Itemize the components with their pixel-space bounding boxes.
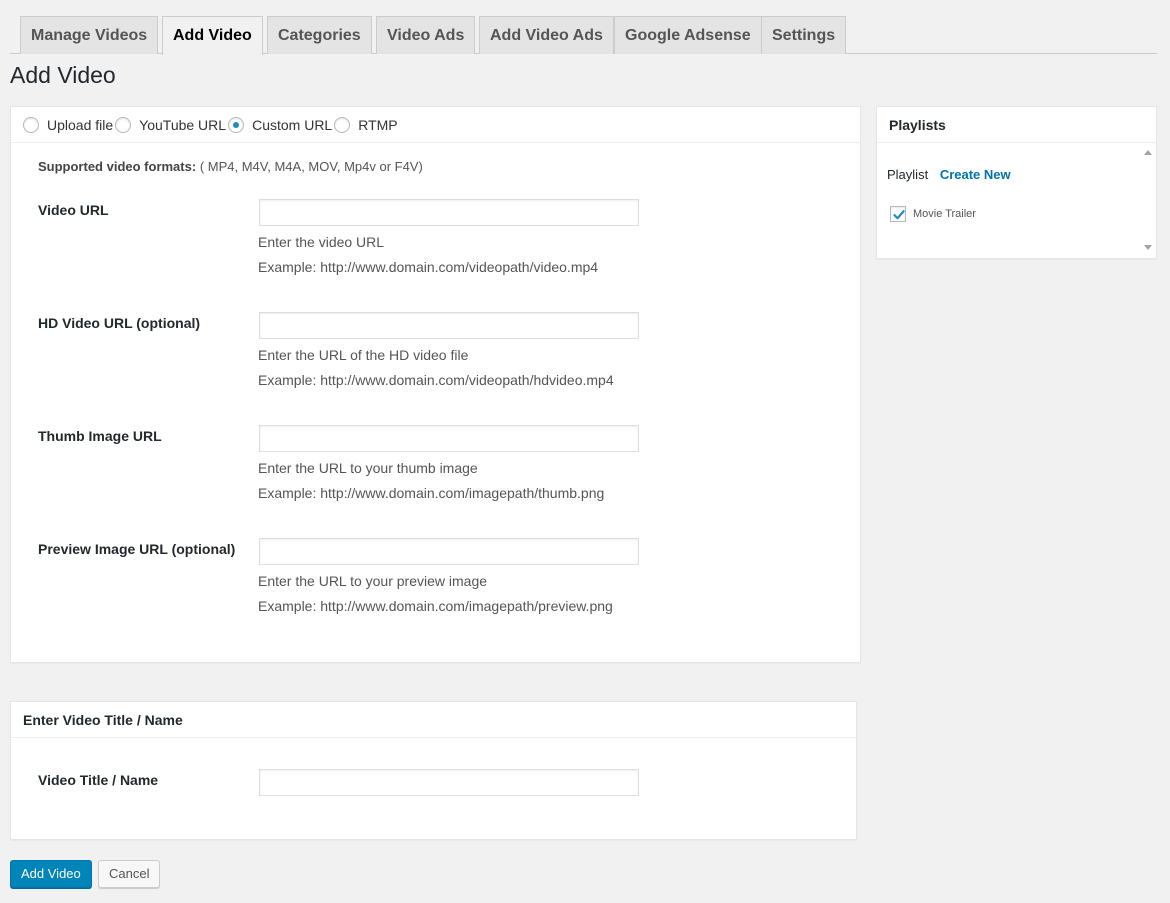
tab-manage-videos[interactable]: Manage Videos [20,16,159,54]
video-url-label: Video URL [38,202,109,218]
playlists-panel: Playlists Playlist Create New Movie Trai… [876,106,1157,259]
video-title-label: Video Title / Name [38,772,159,788]
checkmark-icon [893,210,905,220]
video-url-help: Enter the video URL [258,234,385,250]
tab-add-video-ads[interactable]: Add Video Ads [479,16,614,54]
hd-video-url-example: Example: http://www.domain.com/videopath… [258,372,614,388]
cancel-button[interactable]: Cancel [98,860,161,888]
video-url-input[interactable] [259,199,639,226]
source-radio-group: Upload file YouTube URL Custom URL RTMP [11,107,860,143]
thumb-image-url-label: Thumb Image URL [38,428,162,444]
playlists-heading: Playlists [877,107,1156,143]
preview-image-url-input[interactable] [259,538,639,565]
create-new-playlist-link[interactable]: Create New [940,167,1011,182]
video-title-panel-heading: Enter Video Title / Name [11,702,856,738]
preview-image-url-label: Preview Image URL (optional) [38,541,236,557]
scroll-up-icon[interactable] [1144,150,1152,155]
preview-image-url-example: Example: http://www.domain.com/imagepath… [258,598,613,614]
playlist-item-label[interactable]: Movie Trailer [913,208,976,220]
add-video-button[interactable]: Add Video [10,860,92,888]
tab-settings[interactable]: Settings [761,16,847,54]
youtube-url-radio[interactable] [115,116,132,133]
tab-categories[interactable]: Categories [267,16,372,54]
video-source-panel: Upload file YouTube URL Custom URL RTMP … [10,106,861,663]
preview-image-url-help: Enter the URL to your preview image [258,573,488,589]
supported-formats-value: ( MP4, M4V, M4A, MOV, Mp4v or F4V) [199,159,423,174]
custom-url-radio[interactable] [228,116,245,133]
video-title-input[interactable] [259,769,639,796]
tab-add-video[interactable]: Add Video [162,16,263,55]
tab-google-adsense[interactable]: Google Adsense [614,16,762,54]
hd-video-url-help: Enter the URL of the HD video file [258,347,469,363]
rtmp-radio[interactable] [334,116,351,133]
youtube-url-label[interactable]: YouTube URL [139,117,226,133]
page-title: Add Video [10,62,116,88]
video-title-panel: Enter Video Title / Name Video Title / N… [10,701,857,840]
playlist-scrollbar[interactable] [1140,143,1156,257]
hd-video-url-input[interactable] [259,312,639,339]
thumb-image-url-help: Enter the URL to your thumb image [258,460,478,476]
upload-file-label[interactable]: Upload file [47,117,113,133]
supported-formats: Supported video formats: ( MP4, M4V, M4A… [38,159,423,174]
nav-tabs: Manage Videos Add Video Categories Video… [10,16,1157,55]
thumb-image-url-example: Example: http://www.domain.com/imagepath… [258,485,605,501]
custom-url-label[interactable]: Custom URL [252,117,332,133]
hd-video-url-label: HD Video URL (optional) [38,315,201,331]
tab-video-ads[interactable]: Video Ads [376,16,476,54]
rtmp-label[interactable]: RTMP [358,117,397,133]
playlist-row: Playlist Create New [887,167,1011,182]
playlist-checkbox[interactable] [890,206,906,222]
video-url-example: Example: http://www.domain.com/videopath… [258,259,599,275]
playlist-label: Playlist [887,167,929,182]
supported-formats-label: Supported video formats: [38,159,197,174]
scroll-down-icon[interactable] [1144,245,1152,250]
thumb-image-url-input[interactable] [259,425,639,452]
upload-file-radio[interactable] [23,116,39,133]
